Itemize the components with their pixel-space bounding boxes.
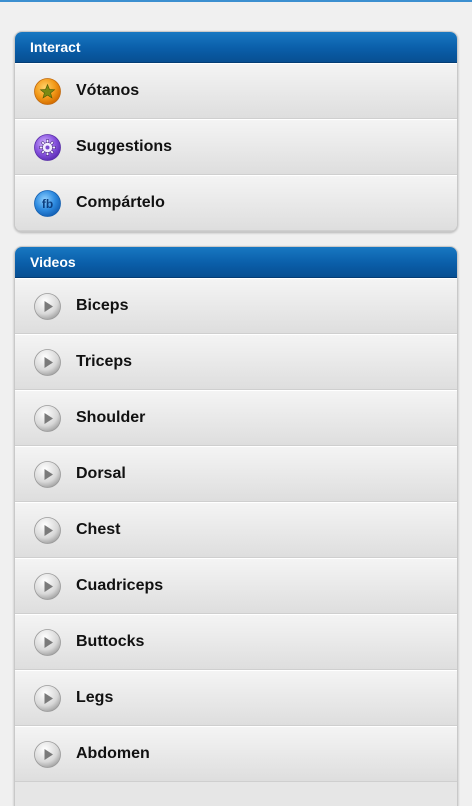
video-label: Buttocks <box>76 633 145 650</box>
video-row-biceps[interactable]: Biceps <box>15 278 457 334</box>
video-row-shoulder[interactable]: Shoulder <box>15 390 457 446</box>
play-icon <box>34 740 61 768</box>
facebook-icon: fb <box>34 189 61 217</box>
video-label: Chest <box>76 521 121 538</box>
videos-section-header: Videos <box>15 247 457 278</box>
video-label: Abdomen <box>76 745 150 762</box>
videos-section: Videos Biceps Triceps Shoulder Dorsal Ch… <box>14 246 458 806</box>
play-icon <box>34 572 61 600</box>
play-icon <box>34 292 61 320</box>
share-row[interactable]: fb Compártelo <box>15 175 457 231</box>
video-row-legs[interactable]: Legs <box>15 670 457 726</box>
video-label: Biceps <box>76 297 129 314</box>
vote-label: Vótanos <box>76 82 140 99</box>
star-icon <box>34 77 61 105</box>
play-icon <box>34 684 61 712</box>
video-row-cuadriceps[interactable]: Cuadriceps <box>15 558 457 614</box>
vote-row[interactable]: Vótanos <box>15 63 457 119</box>
play-icon <box>34 460 61 488</box>
video-label: Triceps <box>76 353 133 370</box>
play-icon <box>34 516 61 544</box>
video-row-buttocks[interactable]: Buttocks <box>15 614 457 670</box>
suggestions-label: Suggestions <box>76 138 173 155</box>
share-label: Compártelo <box>76 194 165 211</box>
interact-section-header: Interact <box>15 32 457 63</box>
top-accent-line <box>0 0 472 2</box>
video-label: Cuadriceps <box>76 577 164 594</box>
video-row-triceps[interactable]: Triceps <box>15 334 457 390</box>
video-label: Shoulder <box>76 409 146 426</box>
svg-text:fb: fb <box>42 197 53 211</box>
play-icon <box>34 404 61 432</box>
suggestions-row[interactable]: Suggestions <box>15 119 457 175</box>
video-label: Legs <box>76 689 114 706</box>
video-label: Dorsal <box>76 465 126 482</box>
video-row-abdomen[interactable]: Abdomen <box>15 726 457 782</box>
gear-icon <box>34 133 61 161</box>
video-row-chest[interactable]: Chest <box>15 502 457 558</box>
interact-section: Interact Vótanos Suggestions fb Compárte… <box>14 31 458 232</box>
play-icon <box>34 348 61 376</box>
play-icon <box>34 628 61 656</box>
video-row-dorsal[interactable]: Dorsal <box>15 446 457 502</box>
